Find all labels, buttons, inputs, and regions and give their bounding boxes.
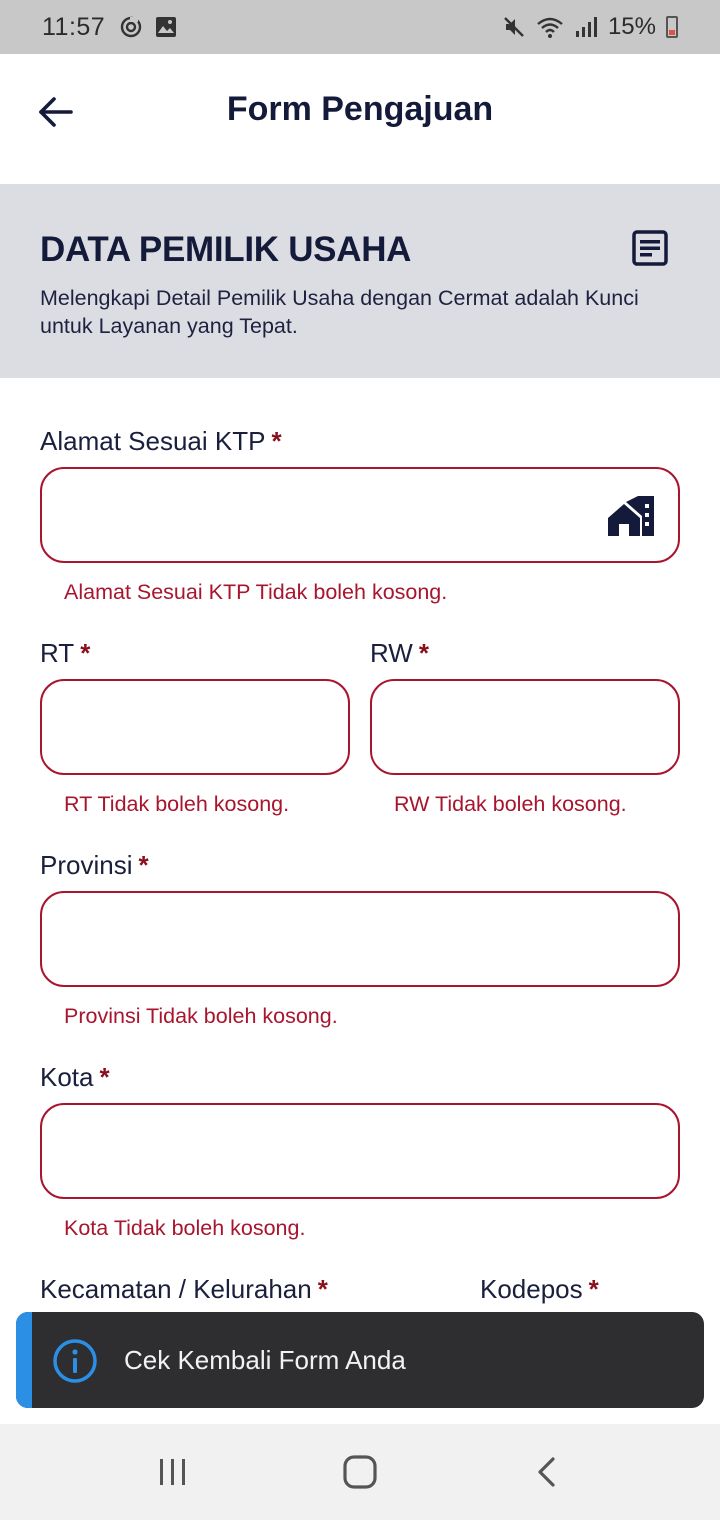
rt-label-text: RT bbox=[40, 638, 75, 668]
kecamatan-label-text: Kecamatan / Kelurahan bbox=[40, 1274, 312, 1304]
mute-icon bbox=[504, 17, 524, 37]
back-icon bbox=[538, 1457, 555, 1487]
required-marker: * bbox=[80, 638, 91, 668]
rt-input[interactable] bbox=[40, 679, 350, 775]
alamat-error: Alamat Sesuai KTP Tidak boleh kosong. bbox=[64, 580, 448, 604]
recent-apps-icon bbox=[160, 1459, 186, 1485]
app-header: Form Pengajuan bbox=[0, 54, 720, 184]
kota-error: Kota Tidak boleh kosong. bbox=[64, 1216, 306, 1240]
provinsi-error: Provinsi Tidak boleh kosong. bbox=[64, 1004, 338, 1028]
wifi-icon bbox=[537, 17, 563, 38]
status-right-icons: 15% bbox=[502, 13, 678, 41]
info-circle-icon bbox=[53, 1339, 97, 1383]
provinsi-input[interactable] bbox=[40, 891, 680, 987]
rw-input[interactable] bbox=[370, 679, 680, 775]
rw-label-text: RW bbox=[370, 638, 413, 668]
house-building-icon[interactable] bbox=[608, 496, 656, 536]
required-marker: * bbox=[418, 638, 429, 668]
battery-percentage: 15% bbox=[607, 13, 656, 40]
alamat-label: Alamat Sesuai KTP * bbox=[40, 426, 282, 457]
required-marker: * bbox=[99, 1062, 110, 1092]
rt-error: RT Tidak boleh kosong. bbox=[64, 792, 290, 816]
image-icon bbox=[156, 17, 177, 37]
sync-icon bbox=[121, 16, 142, 38]
kecamatan-label: Kecamatan / Kelurahan * bbox=[40, 1274, 328, 1305]
recent-apps-button[interactable] bbox=[133, 1442, 213, 1502]
required-marker: * bbox=[317, 1274, 328, 1304]
required-marker: * bbox=[271, 426, 282, 456]
toast-notification[interactable]: Cek Kembali Form Anda bbox=[16, 1312, 704, 1408]
required-marker: * bbox=[588, 1274, 599, 1304]
status-bar: 11:57 15% bbox=[0, 0, 720, 54]
status-left-icons bbox=[119, 15, 177, 39]
required-marker: * bbox=[138, 850, 149, 880]
toast-accent-bar bbox=[16, 1312, 32, 1408]
alamat-label-text: Alamat Sesuai KTP bbox=[40, 426, 266, 456]
home-icon bbox=[343, 1455, 377, 1489]
section-title: DATA PEMILIK USAHA bbox=[40, 230, 412, 269]
kota-label: Kota * bbox=[40, 1062, 110, 1093]
back-nav-button[interactable] bbox=[507, 1442, 587, 1502]
kota-label-text: Kota bbox=[40, 1062, 94, 1092]
provinsi-label: Provinsi * bbox=[40, 850, 149, 881]
section-banner: DATA PEMILIK USAHA Melengkapi Detail Pem… bbox=[0, 184, 720, 378]
rw-error: RW Tidak boleh kosong. bbox=[394, 792, 627, 816]
kodepos-label-text: Kodepos bbox=[480, 1274, 583, 1304]
kota-input[interactable] bbox=[40, 1103, 680, 1199]
kodepos-label: Kodepos * bbox=[480, 1274, 599, 1305]
section-description: Melengkapi Detail Pemilik Usaha dengan C… bbox=[40, 286, 639, 338]
form-document-icon bbox=[632, 230, 668, 266]
toast-message: Cek Kembali Form Anda bbox=[124, 1345, 406, 1375]
system-nav-bar bbox=[0, 1424, 720, 1520]
battery-icon bbox=[666, 16, 678, 38]
rt-label: RT * bbox=[40, 638, 90, 669]
alamat-input[interactable] bbox=[40, 467, 680, 563]
page-title: Form Pengajuan bbox=[226, 90, 494, 128]
home-button[interactable] bbox=[320, 1442, 400, 1502]
provinsi-label-text: Provinsi bbox=[40, 850, 133, 880]
status-time: 11:57 bbox=[42, 12, 106, 41]
rw-label: RW * bbox=[370, 638, 429, 669]
signal-icon bbox=[575, 17, 597, 37]
